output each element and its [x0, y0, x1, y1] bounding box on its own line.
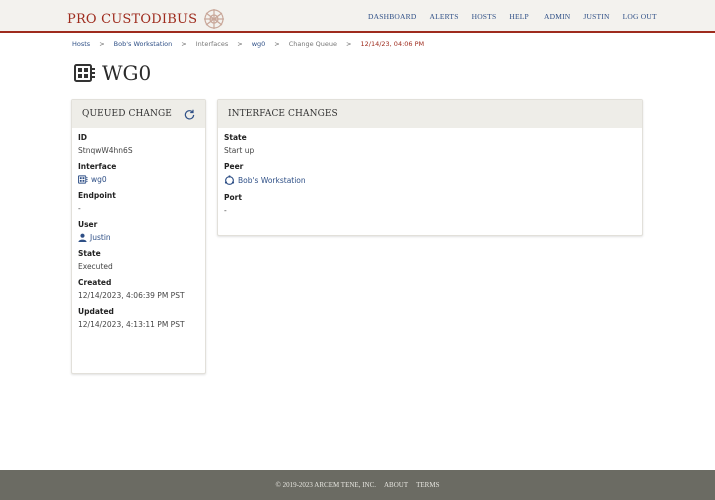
page-title-text: WG0 [102, 61, 152, 85]
footer-about-link[interactable]: ABOUT [384, 481, 408, 489]
nav-logout[interactable]: LOG OUT [623, 12, 657, 21]
breadcrumb-separator: > [346, 40, 352, 48]
field-created: Created 12/14/2023, 4:06:39 PM PST [78, 278, 199, 300]
breadcrumb-separator: > [181, 40, 187, 48]
nav-user[interactable]: JUSTIN [583, 12, 609, 21]
breadcrumb-separator: > [237, 40, 243, 48]
field-label: State [224, 133, 247, 142]
field-value: 12/14/2023, 4:06:39 PM PST [78, 291, 185, 300]
breadcrumb-interfaces: Interfaces [195, 40, 229, 48]
brand[interactable]: PRO CUSTODIBUS [67, 7, 227, 31]
field-label: ID [78, 133, 88, 142]
queued-change-title: QUEUED CHANGE [82, 109, 172, 119]
field-value: 12/14/2023, 4:13:11 PM PST [78, 320, 185, 329]
interface-changes-title: INTERFACE CHANGES [228, 109, 338, 119]
field-value: Justin [78, 233, 199, 242]
field-label: State [78, 249, 101, 258]
field-label: Endpoint [78, 191, 116, 200]
breadcrumb-change-queue: Change Queue [288, 40, 338, 48]
top-navigation-bar: PRO CUSTODIBUS DASHBOARD ALERTS HOSTS HE… [0, 0, 715, 33]
brand-emblem-icon [201, 7, 227, 31]
field-state: State Start up [224, 133, 636, 155]
breadcrumb-host[interactable]: Bob's Workstation [114, 40, 173, 48]
refresh-icon[interactable] [184, 109, 195, 120]
field-value: wg0 [78, 175, 199, 184]
field-value: StnqwW4hn6S [78, 146, 133, 155]
field-label: Peer [224, 162, 244, 171]
interface-changes-card: INTERFACE CHANGES State Start up Peer Bo… [217, 99, 643, 236]
breadcrumb-separator: > [99, 40, 105, 48]
user-nav: ADMIN JUSTIN LOG OUT [544, 12, 657, 21]
queued-change-card: QUEUED CHANGE ID StnqwW4hn6S Interface w… [71, 99, 206, 374]
field-label: Interface [78, 162, 117, 171]
field-label: Updated [78, 307, 114, 316]
field-value: Bob's Workstation [224, 175, 636, 186]
user-link[interactable]: Justin [90, 233, 111, 242]
user-icon [78, 233, 87, 242]
nav-alerts[interactable]: ALERTS [429, 12, 458, 21]
interface-icon [74, 64, 96, 82]
field-value: Start up [224, 146, 255, 155]
page-title: WG0 [74, 61, 151, 85]
footer-copyright: © 2019-2023 ARCEM TENE, INC. [275, 481, 376, 489]
interface-changes-header: INTERFACE CHANGES [218, 100, 642, 128]
interface-changes-body: State Start up Peer Bob's Workstation Po… [218, 128, 642, 227]
field-label: User [78, 220, 98, 229]
field-value: Executed [78, 262, 113, 271]
field-id: ID StnqwW4hn6S [78, 133, 199, 155]
field-updated: Updated 12/14/2023, 4:13:11 PM PST [78, 307, 199, 329]
queued-change-body: ID StnqwW4hn6S Interface wg0 Endpoint - … [72, 128, 205, 341]
nav-hosts[interactable]: HOSTS [472, 12, 497, 21]
field-value: - [78, 204, 81, 213]
field-label: Port [224, 193, 242, 202]
field-endpoint: Endpoint - [78, 191, 199, 213]
brand-name: PRO CUSTODIBUS [67, 11, 198, 27]
field-interface: Interface wg0 [78, 162, 199, 184]
peer-link[interactable]: Bob's Workstation [238, 176, 306, 185]
main-nav: DASHBOARD ALERTS HOSTS HELP [368, 12, 529, 21]
peer-icon [224, 175, 235, 186]
nav-dashboard[interactable]: DASHBOARD [368, 12, 416, 21]
interface-icon [78, 175, 88, 184]
field-peer: Peer Bob's Workstation [224, 162, 636, 186]
queued-change-header: QUEUED CHANGE [72, 100, 205, 128]
field-value: - [224, 206, 227, 215]
footer: © 2019-2023 ARCEM TENE, INC. ABOUT TERMS [0, 470, 715, 500]
field-label: Created [78, 278, 112, 287]
nav-admin[interactable]: ADMIN [544, 12, 570, 21]
footer-terms-link[interactable]: TERMS [416, 481, 439, 489]
interface-link[interactable]: wg0 [91, 175, 107, 184]
breadcrumb-current: 12/14/23, 04:06 PM [360, 40, 425, 48]
breadcrumb-hosts[interactable]: Hosts [72, 40, 90, 48]
field-user: User Justin [78, 220, 199, 242]
field-state: State Executed [78, 249, 199, 271]
breadcrumb: Hosts > Bob's Workstation > Interfaces >… [72, 40, 424, 48]
nav-help[interactable]: HELP [509, 12, 529, 21]
breadcrumb-interface[interactable]: wg0 [252, 40, 266, 48]
field-port: Port - [224, 193, 636, 215]
breadcrumb-separator: > [274, 40, 280, 48]
